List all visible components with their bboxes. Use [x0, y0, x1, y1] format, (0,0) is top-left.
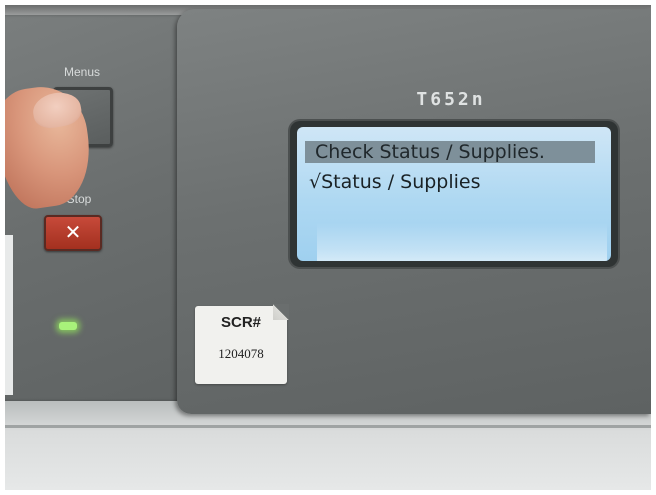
sticker-number: 1204078 — [218, 346, 264, 361]
sticker-title: SCR# — [220, 314, 261, 331]
stop-button[interactable]: ✕ — [44, 215, 102, 251]
lcd-display: Check Status / Supplies. √Status / Suppl… — [297, 127, 611, 261]
printer-photo: Menus Stop ✕ T652n Check Status / Suppli… — [5, 5, 651, 490]
body-groove — [5, 425, 651, 428]
status-indicator-light — [59, 322, 77, 330]
model-label: T652n — [416, 89, 486, 110]
display-menu-heading: Check Status / Supplies. — [315, 141, 545, 163]
menu-button-label: Menus — [63, 65, 101, 79]
display-menu-item-selected: √Status / Supplies — [309, 171, 481, 193]
panel-edge — [5, 235, 13, 395]
close-icon: ✕ — [64, 220, 82, 244]
screen-glare — [317, 223, 607, 261]
scr-sticker: SCR# 1204078 — [195, 304, 289, 384]
